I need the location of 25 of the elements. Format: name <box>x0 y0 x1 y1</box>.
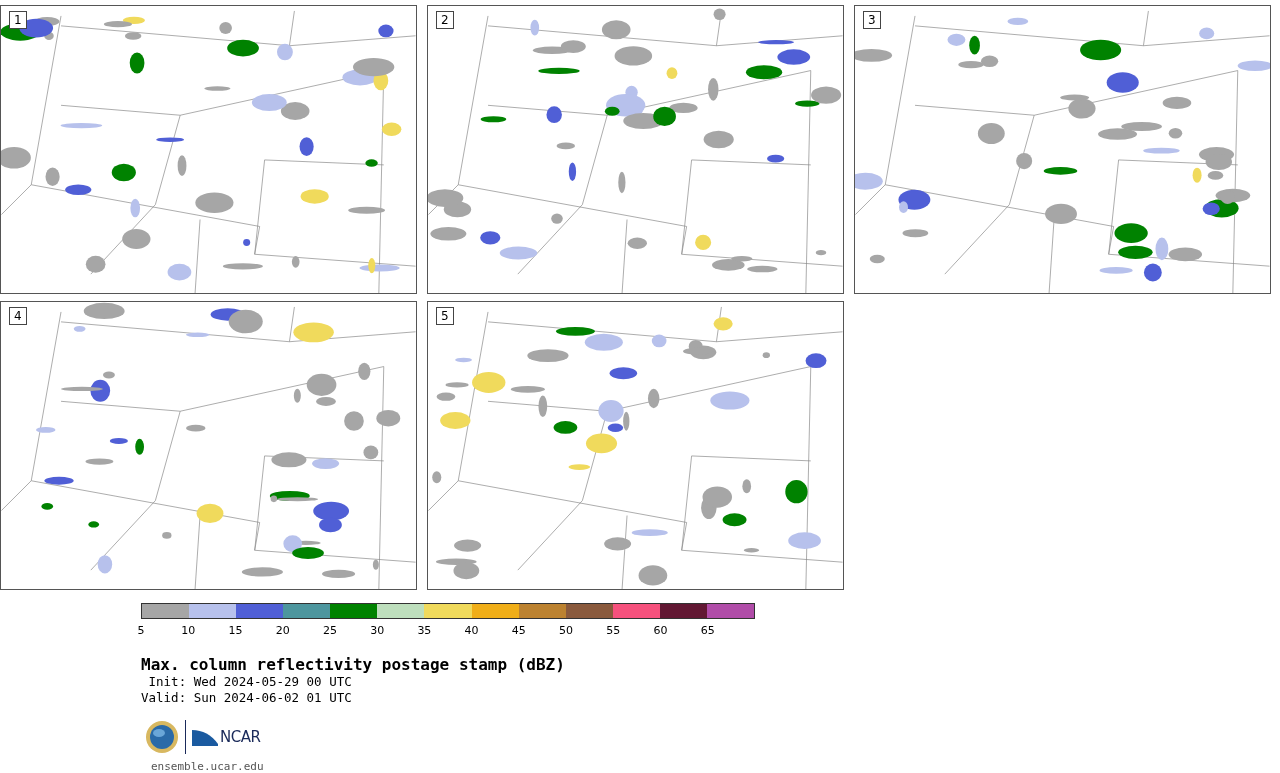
scale-tick-label: 10 <box>181 624 196 637</box>
chart-title: Max. column reflectivity postage stamp (dBZ) <box>141 655 566 674</box>
scale-tick-label: 55 <box>606 624 621 637</box>
panel-number: 5 <box>436 307 454 325</box>
scale-tick-label: 50 <box>559 624 574 637</box>
logo-text: NCAR <box>220 728 261 746</box>
scale-tick-label: 5 <box>137 624 145 637</box>
scale-tick-label: 60 <box>653 624 668 637</box>
scale-tick-label: 40 <box>464 624 479 637</box>
scale-tick-label: 30 <box>370 624 385 637</box>
panel-number: 2 <box>436 11 454 29</box>
panel-number: 1 <box>9 11 27 29</box>
scale-tick-label: 45 <box>511 624 526 637</box>
globe-seal-icon <box>145 720 179 754</box>
panel-number: 3 <box>863 11 881 29</box>
panel-number: 4 <box>9 307 27 325</box>
scale-tick-label: 35 <box>417 624 432 637</box>
scale-tick-label: 65 <box>700 624 715 637</box>
valid-time-text: Valid: Sun 2024-06-02 01 UTC <box>141 690 353 706</box>
init-time-text: Init: Wed 2024-05-29 00 UTC <box>147 674 353 690</box>
scale-tick-label: 25 <box>322 624 337 637</box>
site-url: ensemble.ucar.edu <box>151 760 265 773</box>
scale-tick-label: 20 <box>275 624 290 637</box>
scale-tick-label: 15 <box>228 624 243 637</box>
arc-logo-icon <box>192 728 218 746</box>
